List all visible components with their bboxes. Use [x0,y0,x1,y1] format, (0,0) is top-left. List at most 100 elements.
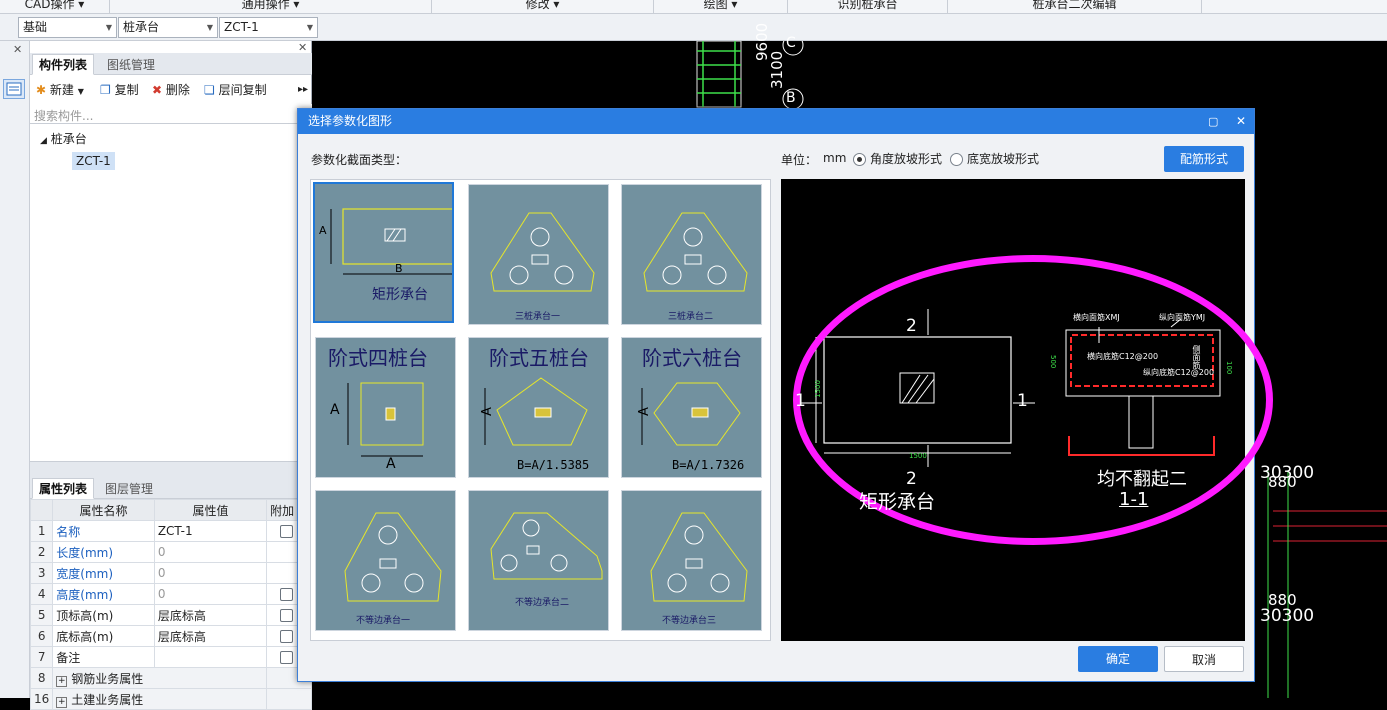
dim-a: A [386,456,396,472]
prop-value[interactable]: 0 [153,541,268,563]
tab-drawing-management[interactable]: 图纸管理 [100,54,162,75]
table-row[interactable]: 2 长度(mm) 0 [29,541,312,563]
floor-copy-label: 层间复制 [218,83,267,97]
prop-value[interactable]: 层底标高 [153,625,268,647]
tab-layer-management[interactable]: 图层管理 [98,478,160,499]
prop-value[interactable] [153,646,268,668]
extra-checkbox[interactable] [280,651,294,664]
rebar-form-button[interactable]: 配筋形式 [1164,146,1244,172]
table-row[interactable]: 5 顶标高(m) 层底标高 [29,604,312,626]
delete-button[interactable]: ✖ 删除 [152,80,190,100]
shape-unequal-2[interactable]: 不等边承台二 [468,490,609,631]
thumb-label: 不等边承台三 [662,616,717,626]
expand-icon[interactable]: + [56,675,68,687]
unequal-2-diagram [490,512,603,580]
ok-button[interactable]: 确定 [1078,646,1158,672]
floor-select-value: 基础 [23,20,48,34]
chevron-down-icon: ▼ [105,23,112,32]
table-row[interactable]: 16 + 土建业务属性 [29,688,312,710]
component-panel-toggle[interactable] [3,79,25,99]
component-select[interactable]: ZCT-1 ▼ [219,17,318,38]
tab-component-list[interactable]: 构件列表 [32,54,95,75]
extra-checkbox[interactable] [280,609,294,622]
parametric-shape-dialog: 选择参数化图形 ▢ ✕ 参数化截面类型： 单位： mm 角度放坡形式 底宽放坡形… [297,108,1273,682]
tab-property-list[interactable]: 属性列表 [32,478,95,499]
section-mark-right: 1 [1017,391,1028,411]
ribbon-general-ops[interactable]: 通用操作 ▾ [110,0,432,13]
property-table: 属性名称 属性值 附加 1 名称 ZCT-1 2 长度(mm) 0 3 宽度(mm) 0 4… [29,499,312,710]
table-row[interactable]: 6 底标高(m) 层底标高 [29,625,312,647]
delete-icon: ✖ [152,83,163,97]
component-panel: ✕ 构件列表 图纸管理 ✱ 新建 ▼ ❐ 复制 ✖ 删除 ❏ 层间复制 ▸▸ 搜… [29,41,312,710]
shape-step-five-pile[interactable]: 阶式五桩台 A B=A/1.5385 [468,337,609,478]
three-pile-2-diagram [643,212,748,292]
component-search-input[interactable]: 搜索构件... [30,104,312,124]
radio-bottom-width-slope[interactable]: 底宽放坡形式 [950,150,1039,167]
table-row[interactable]: 8 + 钢筋业务属性 [29,667,312,689]
shape-three-pile-1[interactable]: 三桩承台一 [468,184,609,325]
extra-checkbox[interactable] [280,588,294,601]
table-row[interactable]: 7 备注 [29,646,312,668]
row-index: 16 [29,688,54,710]
ribbon-draw[interactable]: 绘图 ▾ [654,0,788,13]
extra-checkbox[interactable] [280,525,294,538]
ribbon-identify-cap[interactable]: 识别桩承台 [788,0,948,13]
close-icon[interactable]: ✕ [1236,109,1246,134]
left-strip: ✕ [0,41,30,698]
tree-item-zct1[interactable]: ZCT-1 [72,152,115,170]
row-index: 8 [29,667,54,689]
shape-step-four-pile[interactable]: 阶式四桩台 A A [315,337,456,478]
shape-three-pile-2[interactable]: 三桩承台二 [621,184,762,325]
thumb-label: 矩形承台 [372,287,428,303]
ribbon-cap-edit[interactable]: 桩承台二次编辑 [948,0,1202,13]
prop-name: 顶标高(m) [52,604,155,626]
cancel-button[interactable]: 取消 [1164,646,1244,672]
table-row[interactable]: 4 高度(mm) 0 [29,583,312,605]
row-index: 2 [29,541,54,563]
prop-name: 名称 [52,520,155,542]
more-icon[interactable]: ▸▸ [298,80,308,100]
extra-checkbox[interactable] [280,630,294,643]
tree-root[interactable]: ◢ 桩承台 [40,130,87,147]
ribbon-cad-ops[interactable]: CAD操作 ▾ [0,0,110,13]
shape-step-six-pile[interactable]: 阶式六桩台 A B=A/1.7326 [621,337,762,478]
floor-copy-button[interactable]: ❏ 层间复制 [204,80,267,100]
shape-unequal-1[interactable]: 不等边承台一 [315,490,456,631]
row-index: 1 [29,520,54,542]
table-row[interactable]: 3 宽度(mm) 0 [29,562,312,584]
table-header-row: 属性名称 属性值 附加 [29,499,312,521]
splitter[interactable] [30,461,312,477]
floor-select[interactable]: 基础 ▼ [18,17,117,38]
radio-icon [950,153,963,166]
radio-angle-slope[interactable]: 角度放坡形式 [853,150,942,167]
thumb-label: 阶式五桩台 [489,346,589,370]
tree-root-label: 桩承台 [50,132,87,146]
rebar-label: 横向面筋XMJ [1073,313,1120,322]
maximize-icon[interactable]: ▢ [1208,109,1218,134]
expand-icon[interactable]: + [56,696,68,708]
shape-rect-cap[interactable]: A B 矩形承台 [313,182,454,323]
unequal-3-diagram [650,512,748,602]
component-tabs: 构件列表 图纸管理 [30,53,312,75]
type-select[interactable]: 桩承台 ▼ [118,17,218,38]
prop-value[interactable]: 层底标高 [153,604,268,626]
table-row[interactable]: 1 名称 ZCT-1 [29,520,312,542]
ribbon-modify[interactable]: 修改 ▾ [432,0,654,13]
shape-gallery: A B 矩形承台 三桩承台一 三桩承台二 阶式四桩台 A A 阶式五桩台 A B… [310,179,771,641]
dim-b: B [395,262,403,275]
row-index: 7 [29,646,54,668]
shape-unequal-3[interactable]: 不等边承台三 [621,490,762,631]
section-mark-top: 2 [906,316,917,336]
rebar-label: 侧面筋 [1192,345,1201,369]
dim-a: A [636,407,652,416]
close-icon[interactable]: ✕ [13,43,22,56]
prop-value[interactable]: ZCT-1 [153,520,268,542]
rebar-label: 纵向面筋YMJ [1159,313,1206,322]
prop-value[interactable]: 0 [153,562,268,584]
copy-button[interactable]: ❐ 复制 [100,80,139,100]
new-button[interactable]: ✱ 新建 ▼ [36,80,84,100]
type-select-value: 桩承台 [123,20,160,34]
selector-bar: 基础 ▼ 桩承台 ▼ ZCT-1 ▼ [0,14,1387,41]
prop-value[interactable]: 0 [153,583,268,605]
unit-label: 单位： [781,153,818,167]
